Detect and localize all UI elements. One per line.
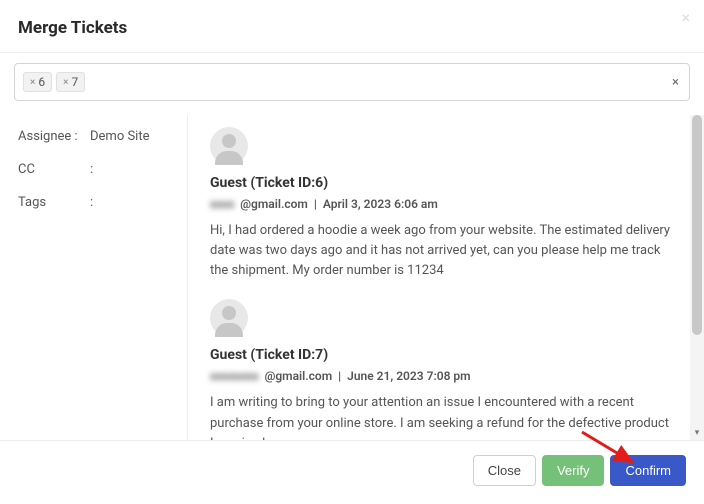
clear-all-icon[interactable]: × (672, 75, 679, 90)
assignee-value: Demo Site (90, 129, 150, 144)
meta-sep: | (338, 369, 341, 383)
ticket-email-masked: xxxx (210, 197, 234, 211)
ticket-author-line: Guest (Ticket ID:6) (210, 175, 674, 191)
ticket-entry: Guest (Ticket ID:7) xxxxxxxx @gmail.com |… (210, 299, 674, 440)
ticket-id-label: (Ticket ID:6) (250, 175, 328, 191)
scrollbar-track[interactable]: ▾ (690, 115, 704, 440)
ticket-email-suffix: @gmail.com (265, 369, 333, 383)
ticket-email-masked: xxxxxxxx (210, 369, 259, 383)
confirm-button[interactable]: Confirm (610, 455, 686, 486)
ticket-token[interactable]: ×6 (23, 72, 52, 92)
modal-footer: Close Verify Confirm (0, 440, 704, 504)
ticket-body: I am writing to bring to your attention … (210, 393, 674, 440)
remove-token-icon[interactable]: × (63, 77, 68, 88)
ticket-author-line: Guest (Ticket ID:7) (210, 347, 674, 363)
assignee-row: Assignee : Demo Site (18, 129, 175, 144)
scrollbar-down-icon[interactable]: ▾ (690, 428, 704, 438)
close-button[interactable]: Close (473, 455, 536, 486)
ticket-author: Guest (210, 175, 247, 191)
assignee-label: Assignee : (18, 129, 80, 144)
modal-body: Assignee : Demo Site CC : Tags : Guest (… (0, 115, 704, 440)
cc-row: CC : (18, 162, 175, 177)
meta-sep: | (314, 197, 317, 211)
modal-title: Merge Tickets (18, 18, 684, 38)
remove-token-icon[interactable]: × (30, 77, 35, 88)
ticket-date: April 3, 2023 6:06 am (323, 197, 438, 211)
ticket-author: Guest (210, 347, 247, 363)
content-wrap: Guest (Ticket ID:6) xxxx @gmail.com | Apr… (188, 115, 704, 440)
modal-header: Merge Tickets × (0, 0, 704, 52)
close-icon[interactable]: × (681, 8, 690, 27)
ticket-meta: xxxxxxxx @gmail.com | June 21, 2023 7:08 … (210, 369, 674, 383)
ticket-selector-wrap: ×6 ×7 × (0, 53, 704, 115)
merge-tickets-modal: Merge Tickets × ×6 ×7 × Assignee : Demo … (0, 0, 704, 504)
verify-button[interactable]: Verify (542, 455, 605, 486)
tags-sep: : (90, 195, 93, 210)
ticket-token[interactable]: ×7 (56, 72, 85, 92)
cc-sep: : (90, 162, 93, 177)
tags-row: Tags : (18, 195, 175, 210)
avatar-icon (210, 299, 248, 337)
avatar-icon (210, 127, 248, 165)
tags-label: Tags (18, 195, 80, 210)
ticket-email-suffix: @gmail.com (240, 197, 308, 211)
ticket-selector-input[interactable]: ×6 ×7 × (14, 63, 690, 101)
ticket-body: Hi, I had ordered a hoodie a week ago fr… (210, 221, 674, 281)
scrollbar-thumb[interactable] (692, 115, 702, 335)
cc-label: CC (18, 162, 80, 177)
ticket-date: June 21, 2023 7:08 pm (347, 369, 470, 383)
ticket-thread: Guest (Ticket ID:6) xxxx @gmail.com | Apr… (188, 115, 690, 440)
ticket-entry: Guest (Ticket ID:6) xxxx @gmail.com | Apr… (210, 127, 674, 281)
token-label: 6 (38, 75, 45, 89)
token-label: 7 (71, 75, 78, 89)
ticket-id-label: (Ticket ID:7) (250, 347, 328, 363)
ticket-meta: xxxx @gmail.com | April 3, 2023 6:06 am (210, 197, 674, 211)
ticket-meta-sidebar: Assignee : Demo Site CC : Tags : (0, 115, 188, 440)
